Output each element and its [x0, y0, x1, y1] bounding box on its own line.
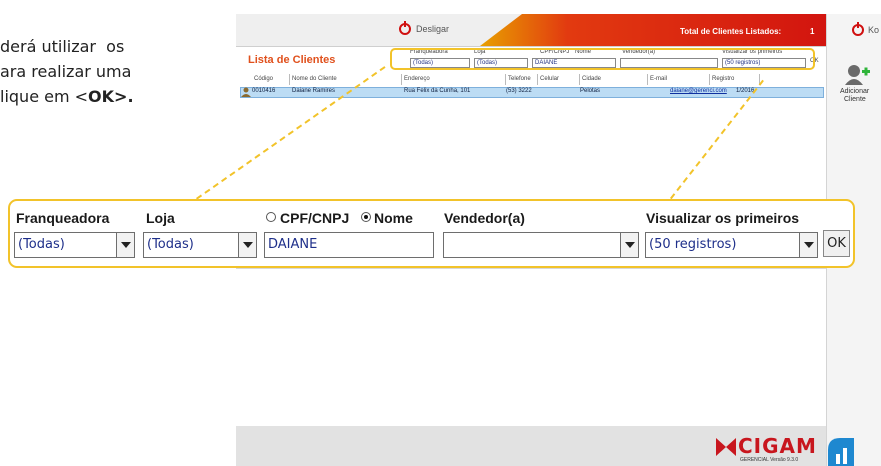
cell-endereco: Rua Felix da Cunha, 101 — [404, 88, 471, 94]
chevron-down-icon[interactable] — [238, 233, 256, 257]
instruction-line-1: derá utilizar os — [0, 37, 125, 56]
chevron-down-icon[interactable] — [116, 233, 134, 257]
ok-button[interactable]: OK — [823, 230, 850, 257]
cell-nome: Daiane Ramires — [292, 88, 336, 94]
cell-email[interactable]: daiane@gerenci.com — [670, 88, 727, 94]
total-clients-value: 1 — [810, 27, 815, 36]
mini-filter-highlight — [390, 48, 815, 70]
add-user-icon — [845, 65, 870, 85]
instruction-text: derá utilizar os ara realizar uma lique … — [0, 34, 232, 109]
add-client-button[interactable]: Adicionar Cliente — [838, 63, 876, 113]
loja-label: Loja — [146, 210, 175, 226]
visualizar-value: (50 registros) — [649, 237, 737, 252]
instruction-line-3-pre: lique em < — [0, 87, 89, 106]
instruction-ok-word: OK — [88, 87, 115, 106]
brand-version: GERENCIAL Versão 9.3.0 — [740, 457, 799, 463]
nome-radio[interactable] — [361, 212, 371, 222]
header-cidade[interactable]: Cidade — [580, 74, 648, 85]
header-nome[interactable]: Nome do Cliente — [290, 74, 402, 85]
chevron-down-icon[interactable] — [799, 233, 817, 257]
cpf-radio[interactable] — [266, 212, 276, 222]
franqueadora-label: Franqueadora — [16, 210, 110, 226]
vendedor-label: Vendedor(a) — [444, 210, 525, 226]
franqueadora-select[interactable]: (Todas) — [14, 232, 135, 258]
total-clients-label: Total de Clientes Listados: — [680, 27, 782, 36]
logout-label: Desligar — [416, 24, 450, 34]
chevron-down-icon[interactable] — [620, 233, 638, 257]
add-client-label-1: Adicionar — [840, 88, 870, 95]
franqueadora-value: (Todas) — [18, 237, 65, 252]
header-celular[interactable]: Celular — [538, 74, 580, 85]
search-input[interactable]: DAIANE — [264, 232, 434, 258]
visualizar-label: Visualizar os primeiros — [646, 210, 800, 226]
cell-codigo: 0010416 — [252, 88, 276, 94]
header-telefone[interactable]: Telefone — [506, 74, 538, 85]
power-icon — [399, 21, 411, 35]
exit-power-icon — [852, 22, 864, 36]
cigam-logo-mark — [716, 438, 736, 456]
header-codigo[interactable]: Código — [252, 74, 290, 85]
list-title: Lista de Clientes — [248, 54, 336, 66]
cell-cidade: Pelotas — [580, 88, 601, 94]
vendedor-select[interactable] — [443, 232, 639, 258]
instruction-line-3-post: >. — [114, 87, 134, 106]
client-person-icon — [241, 87, 251, 97]
exit-label: Ko — [868, 25, 880, 35]
header-registro[interactable]: Registro — [710, 74, 760, 85]
cigam-chart-icon — [828, 438, 854, 466]
loja-value: (Todas) — [147, 237, 194, 252]
header-endereco[interactable]: Endereço — [402, 74, 506, 85]
instruction-line-2: ara realizar uma — [0, 62, 132, 81]
cell-telefone: (53) 3222 — [506, 88, 532, 94]
loja-select[interactable]: (Todas) — [143, 232, 257, 258]
add-client-label-2: Cliente — [844, 96, 866, 103]
cpf-label: CPF/CNPJ — [280, 210, 350, 226]
header-email[interactable]: E-mail — [648, 74, 710, 85]
grid-line — [236, 268, 826, 269]
nome-label: Nome — [374, 210, 413, 226]
visualizar-select[interactable]: (50 registros) — [645, 232, 818, 258]
table-header: Código Nome do Cliente Endereço Telefone… — [252, 74, 824, 85]
brand-logo: CIGAM — [738, 434, 817, 458]
